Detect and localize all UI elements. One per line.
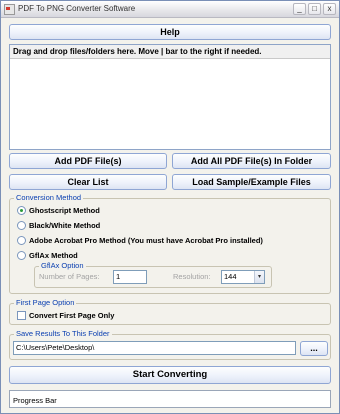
maximize-button[interactable]: □ (308, 3, 321, 15)
start-converting-button[interactable]: Start Converting (9, 366, 331, 384)
resolution-label: Resolution: (173, 272, 211, 281)
radio-button[interactable] (17, 251, 26, 260)
first-page-option-group: First Page Option Convert First Page Onl… (9, 298, 331, 325)
first-page-option-legend: First Page Option (14, 298, 77, 307)
convert-first-page-checkbox[interactable] (17, 311, 26, 320)
close-button[interactable]: x (323, 3, 336, 15)
radio-button[interactable] (17, 206, 26, 215)
progress-bar: Progress Bar (9, 390, 331, 408)
gflax-option-legend: GflAx Option (39, 261, 86, 270)
load-sample-files-button[interactable]: Load Sample/Example Files (172, 174, 331, 190)
convert-first-page-label: Convert First Page Only (29, 311, 115, 320)
radio-label: Adobe Acrobat Pro Method (You must have … (29, 236, 263, 245)
gflax-option-group: GflAx Option Number of Pages: 1 Resoluti… (34, 261, 272, 288)
help-button[interactable]: Help (9, 24, 331, 40)
resolution-value: 144 (224, 272, 237, 281)
radio-label: Ghostscript Method (29, 206, 100, 215)
conversion-method-group: Conversion Method Ghostscript Method Bla… (9, 193, 331, 294)
radio-button[interactable] (17, 221, 26, 230)
file-list-header: Drag and drop files/folders here. Move |… (10, 45, 330, 59)
browse-folder-button[interactable]: ... (300, 341, 328, 356)
file-list-header-text: Drag and drop files/folders here. Move |… (13, 47, 262, 56)
resolution-select[interactable]: 144 ▾ (221, 270, 265, 284)
save-folder-group: Save Results To This Folder C:\Users\Pet… (9, 329, 331, 360)
radio-label: Black/White Method (29, 221, 101, 230)
save-folder-legend: Save Results To This Folder (14, 329, 112, 338)
add-pdf-files-button[interactable]: Add PDF File(s) (9, 153, 167, 169)
radio-button[interactable] (17, 236, 26, 245)
app-window: PDF To PNG Converter Software _ □ x Help… (0, 0, 340, 414)
file-drop-list[interactable]: Drag and drop files/folders here. Move |… (9, 44, 331, 150)
chevron-down-icon[interactable]: ▾ (254, 271, 264, 283)
number-of-pages-input[interactable]: 1 (113, 270, 147, 284)
window-title: PDF To PNG Converter Software (18, 4, 136, 13)
add-all-pdf-in-folder-button[interactable]: Add All PDF File(s) In Folder (172, 153, 331, 169)
number-of-pages-label: Number of Pages: (39, 272, 100, 281)
title-bar[interactable]: PDF To PNG Converter Software _ □ x (1, 1, 339, 18)
minimize-button[interactable]: _ (293, 3, 306, 15)
conversion-method-legend: Conversion Method (14, 193, 84, 202)
radio-label: GflAx Method (29, 251, 78, 260)
clear-list-button[interactable]: Clear List (9, 174, 167, 190)
app-icon (4, 4, 15, 15)
output-folder-input[interactable]: C:\Users\Pete\Desktop\ (13, 341, 296, 355)
progress-bar-label: Progress Bar (13, 396, 57, 405)
